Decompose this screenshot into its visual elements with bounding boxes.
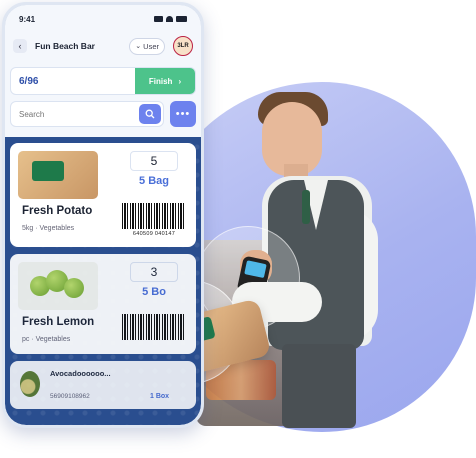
quantity-unit: 1 Box (150, 393, 170, 400)
count-progress-bar: 6/96 Finish › (10, 67, 196, 95)
search-box (10, 101, 164, 127)
product-list: 5 5 Bag Fresh Potato 5kg · Vegetables 64… (5, 137, 201, 425)
signal-icon (154, 16, 163, 22)
product-meta: pc · Vegetables (22, 336, 71, 343)
back-button[interactable]: ‹ (13, 39, 27, 53)
more-options-button[interactable]: ••• (170, 101, 196, 127)
barcode-image (122, 203, 186, 229)
search-row: ••• (10, 101, 196, 127)
status-icons (154, 16, 187, 22)
phone-screen: 9:41 ‹ Fun Beach Bar ⌄ User 3LR 6/96 Fin… (5, 5, 201, 425)
battery-icon (176, 16, 187, 22)
product-card[interactable]: Avocadoooooo... 56909108962 1 Box (10, 361, 196, 409)
product-card[interactable]: 3 5 Bo Fresh Lemon pc · Vegetables (10, 254, 196, 354)
store-title: Fun Beach Bar (35, 41, 95, 51)
avocado-image (20, 371, 40, 397)
finish-button[interactable]: Finish › (135, 68, 195, 94)
status-bar: 9:41 (5, 5, 201, 27)
product-meta: 5kg · Vegetables (22, 225, 75, 232)
top-bar: ‹ Fun Beach Bar ⌄ User 3LR (13, 31, 193, 61)
lemon-image (18, 262, 98, 310)
person-pants (282, 344, 356, 428)
chevron-left-icon: ‹ (18, 41, 22, 51)
search-button[interactable] (139, 104, 161, 124)
user-label: User (143, 41, 159, 51)
product-name: Fresh Lemon (22, 316, 95, 328)
wifi-icon (166, 16, 173, 22)
quantity-unit: 5 Bo (142, 286, 166, 298)
search-input[interactable] (19, 109, 129, 119)
chevron-right-icon: › (178, 76, 182, 86)
status-time: 9:41 (19, 14, 36, 24)
phone-frame: 9:41 ‹ Fun Beach Bar ⌄ User 3LR 6/96 Fin… (2, 2, 204, 428)
potato-image (18, 151, 98, 199)
user-dropdown[interactable]: ⌄ User (129, 37, 165, 55)
product-name: Avocadoooooo... (50, 369, 111, 378)
quantity-unit: 5 Bag (139, 175, 169, 187)
finish-label: Finish (148, 76, 173, 86)
count-progress-text: 6/96 (19, 75, 39, 87)
barcode-number: 640509 040147 (132, 231, 176, 237)
product-code: 56909108962 (50, 393, 90, 400)
product-name: Fresh Potato (22, 205, 93, 217)
avatar[interactable]: 3LR (173, 36, 193, 56)
quantity-field[interactable]: 3 (130, 262, 178, 282)
product-card[interactable]: 5 5 Bag Fresh Potato 5kg · Vegetables 64… (10, 143, 196, 247)
barcode-image (122, 314, 186, 340)
quantity-field[interactable]: 5 (130, 151, 178, 171)
more-icon: ••• (175, 108, 191, 120)
chevron-down-icon: ⌄ (135, 43, 142, 50)
stage: 9:41 ‹ Fun Beach Bar ⌄ User 3LR 6/96 Fin… (0, 0, 476, 458)
search-icon (145, 109, 155, 119)
person-tie (302, 190, 310, 224)
